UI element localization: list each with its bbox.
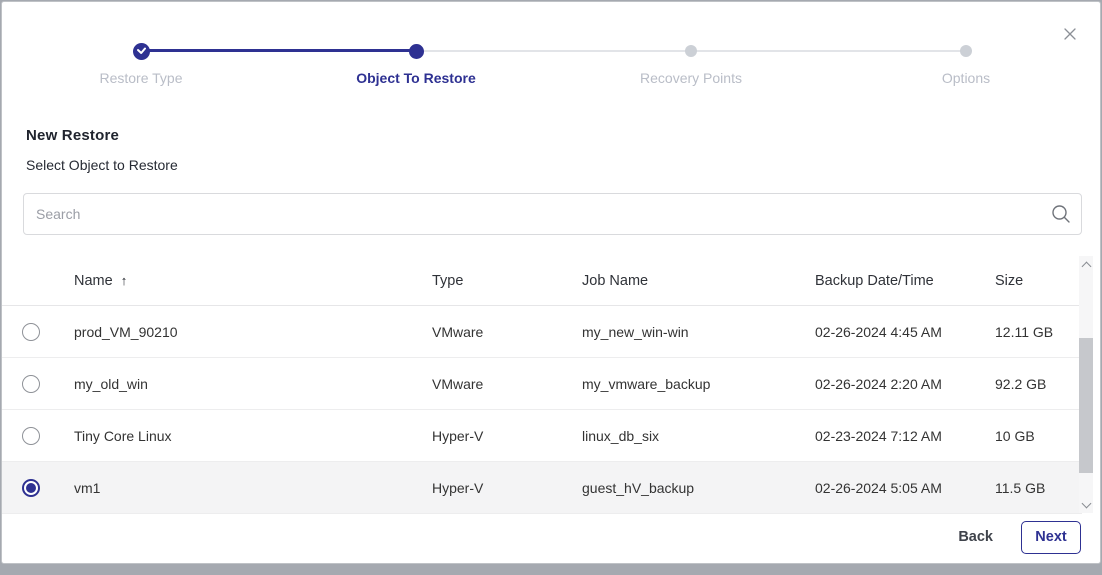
step-dot-icon xyxy=(409,44,424,59)
cell-job-name: my_new_win-win xyxy=(582,324,815,340)
cell-name: vm1 xyxy=(60,480,432,496)
cell-backup-datetime: 02-26-2024 4:45 AM xyxy=(815,324,995,340)
row-radio-button[interactable] xyxy=(22,479,40,497)
scroll-up-icon[interactable] xyxy=(1079,256,1093,272)
step-dot-icon xyxy=(685,45,697,57)
row-radio-button[interactable] xyxy=(22,427,40,445)
cell-size: 92.2 GB xyxy=(995,376,1082,392)
search-icon[interactable] xyxy=(1041,203,1081,225)
column-header-job-name[interactable]: Job Name xyxy=(582,273,815,289)
column-header-type[interactable]: Type xyxy=(432,273,582,289)
column-header-backup-datetime[interactable]: Backup Date/Time xyxy=(815,273,995,289)
close-icon[interactable] xyxy=(1058,22,1082,46)
search-box xyxy=(23,193,1082,235)
row-radio-button[interactable] xyxy=(22,323,40,341)
step-label: Restore Type xyxy=(31,70,251,86)
column-header-size[interactable]: Size xyxy=(995,273,1082,289)
step-label: Options xyxy=(856,70,1076,86)
sort-ascending-icon[interactable]: ↑ xyxy=(121,273,128,288)
step-object-to-restore[interactable]: Object To Restore xyxy=(306,40,526,86)
scrollbar-thumb[interactable] xyxy=(1079,338,1093,473)
cell-size: 11.5 GB xyxy=(995,480,1082,496)
cell-size: 12.11 GB xyxy=(995,324,1082,340)
table-row[interactable]: prod_VM_90210 VMware my_new_win-win 02-2… xyxy=(2,306,1082,358)
next-button[interactable]: Next xyxy=(1021,521,1081,554)
row-radio-button[interactable] xyxy=(22,375,40,393)
objects-table: Name ↑ Type Job Name Backup Date/Time Si… xyxy=(2,256,1082,514)
cell-name: Tiny Core Linux xyxy=(60,428,432,444)
step-label: Recovery Points xyxy=(581,70,801,86)
table-scrollbar[interactable] xyxy=(1079,256,1093,513)
step-dot-icon xyxy=(960,45,972,57)
cell-type: Hyper-V xyxy=(432,428,582,444)
cell-backup-datetime: 02-26-2024 5:05 AM xyxy=(815,480,995,496)
cell-job-name: guest_hV_backup xyxy=(582,480,815,496)
table-row[interactable]: vm1 Hyper-V guest_hV_backup 02-26-2024 5… xyxy=(2,462,1082,514)
column-header-name[interactable]: Name ↑ xyxy=(60,273,432,289)
step-label: Object To Restore xyxy=(306,70,526,86)
cell-type: VMware xyxy=(432,324,582,340)
cell-name: prod_VM_90210 xyxy=(60,324,432,340)
dialog-footer: Back Next xyxy=(2,511,1101,563)
cell-size: 10 GB xyxy=(995,428,1082,444)
cell-backup-datetime: 02-23-2024 7:12 AM xyxy=(815,428,995,444)
cell-type: VMware xyxy=(432,376,582,392)
table-header-row: Name ↑ Type Job Name Backup Date/Time Si… xyxy=(2,256,1082,306)
new-restore-dialog: Restore Type Object To Restore Recovery … xyxy=(1,1,1101,564)
cell-job-name: my_vmware_backup xyxy=(582,376,815,392)
scrollbar-track[interactable] xyxy=(1079,272,1093,497)
step-recovery-points[interactable]: Recovery Points xyxy=(581,40,801,86)
cell-backup-datetime: 02-26-2024 2:20 AM xyxy=(815,376,995,392)
table-row[interactable]: Tiny Core Linux Hyper-V linux_db_six 02-… xyxy=(2,410,1082,462)
step-options[interactable]: Options xyxy=(856,40,1076,86)
page-subtitle: Select Object to Restore xyxy=(26,157,178,173)
search-input[interactable] xyxy=(24,206,1041,222)
cell-job-name: linux_db_six xyxy=(582,428,815,444)
back-button[interactable]: Back xyxy=(958,529,993,545)
step-completed-check-icon xyxy=(133,43,150,60)
page-title: New Restore xyxy=(26,127,119,144)
cell-type: Hyper-V xyxy=(432,480,582,496)
wizard-stepper: Restore Type Object To Restore Recovery … xyxy=(2,2,1100,94)
step-restore-type[interactable]: Restore Type xyxy=(31,40,251,86)
cell-name: my_old_win xyxy=(60,376,432,392)
table-row[interactable]: my_old_win VMware my_vmware_backup 02-26… xyxy=(2,358,1082,410)
